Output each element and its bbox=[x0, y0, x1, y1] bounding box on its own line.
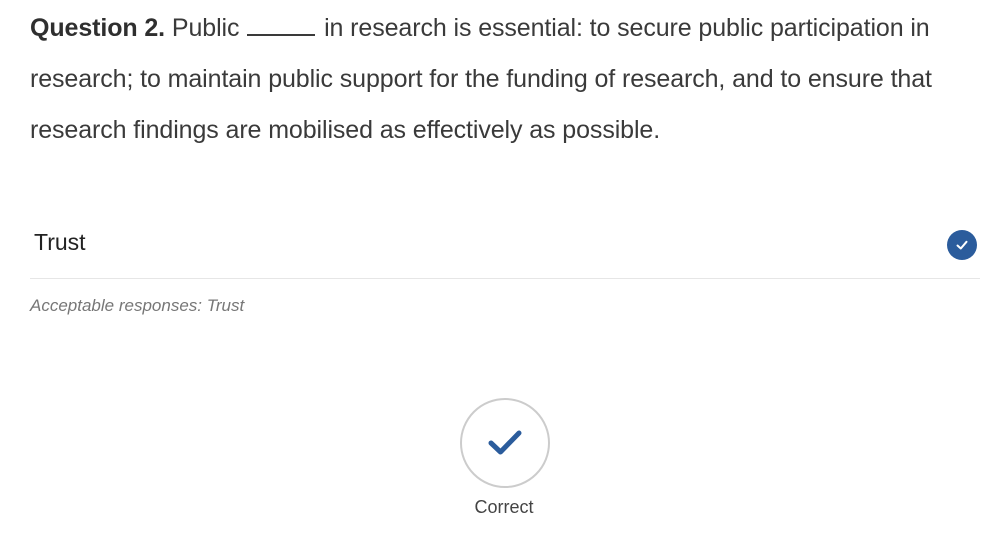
question-prompt: Question 2. Public in research is essent… bbox=[30, 3, 975, 156]
fill-in-blank bbox=[247, 16, 316, 36]
correct-result-badge bbox=[460, 398, 550, 488]
result-label: Correct bbox=[474, 497, 534, 517]
answer-row: Trust bbox=[30, 214, 980, 279]
acceptable-responses: Acceptable responses: Trust bbox=[30, 296, 245, 315]
check-circle-icon bbox=[947, 230, 977, 260]
submitted-answer: Trust bbox=[34, 229, 86, 255]
question-text-start: Public bbox=[165, 14, 247, 42]
question-number: Question 2. bbox=[30, 14, 166, 42]
checkmark-icon bbox=[488, 430, 522, 455]
checkmark-glyph bbox=[956, 240, 968, 250]
